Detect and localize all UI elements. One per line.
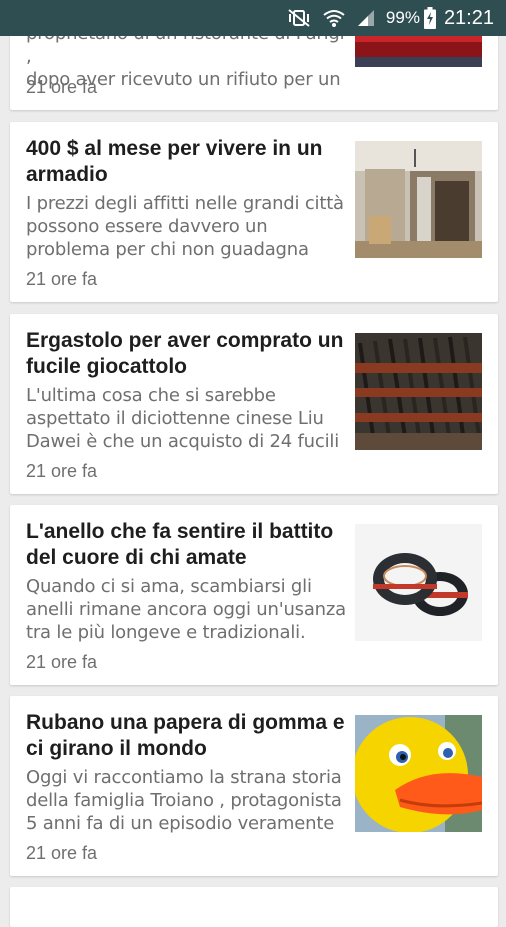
rifles-rack-image (355, 333, 482, 450)
article-title: L'anello che fa sentire il battito del c… (26, 520, 334, 569)
article-time: 21 ore fa (26, 461, 98, 481)
article-time: 21 ore fa (26, 269, 98, 289)
status-bar: 99% 21:21 (0, 0, 506, 36)
article-card[interactable]: L'anello che fa sentire il battito del c… (10, 505, 498, 685)
battery-charging-icon (423, 7, 436, 29)
article-card[interactable]: Rubano una papera di gomma e ci girano i… (10, 696, 498, 876)
closet-room-image (355, 141, 482, 258)
article-title: Ergastolo per aver comprato un fucile gi… (26, 329, 344, 378)
vibrate-mute-icon (286, 8, 312, 28)
article-card[interactable]: Ergastolo per aver comprato un fucile gi… (10, 314, 498, 494)
article-summary: I prezzi degli affitti nelle grandi citt… (26, 193, 344, 260)
rubber-duck-image (355, 715, 482, 832)
article-summary: Oggi vi raccontiamo la strana storia del… (26, 767, 342, 834)
article-time: 21 ore fa (26, 843, 98, 863)
article-time: 21 ore fa (26, 652, 98, 672)
article-summary: Quando ci si ama, scambiarsi gli anelli … (26, 576, 346, 643)
clock: 21:21 (443, 6, 494, 29)
signal-icon (356, 8, 376, 28)
battery-percent: 99% (385, 8, 420, 27)
wifi-icon (322, 8, 346, 28)
article-title: Rubano una papera di gomma e ci girano i… (26, 711, 345, 760)
article-title: 400 $ al mese per vivere in un armadio (26, 137, 323, 186)
rings-image (355, 524, 482, 641)
article-summary: L'ultima cosa che si sarebbe aspettato i… (26, 385, 339, 452)
article-card[interactable]: 400 $ al mese per vivere in un armadio I… (10, 122, 498, 302)
article-time: 21 ore fa (26, 77, 98, 97)
article-card[interactable] (10, 887, 498, 927)
